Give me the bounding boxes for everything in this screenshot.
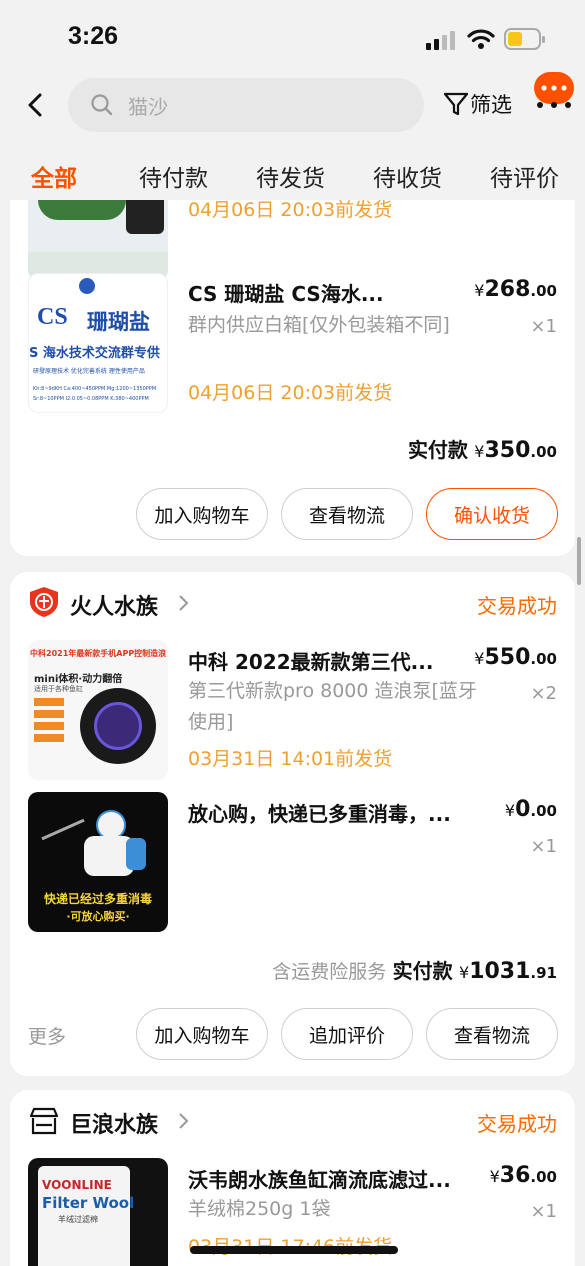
confirm-receipt-button[interactable]: 确认收货 xyxy=(426,488,558,540)
product-spec: 第三代新款pro 8000 造浪泵[蓝牙使用] xyxy=(188,680,477,733)
order-status: 交易成功 xyxy=(477,594,557,618)
product-thumbnail[interactable]: 快递已经过多重消毒 ·可放心购买· xyxy=(28,792,168,932)
order-card[interactable]: 04月06日 20:03前发货 CS 珊瑚盐 S 海水技术交流群专供 研發原理技… xyxy=(10,200,575,556)
product-price: ¥36.00 xyxy=(489,1163,557,1188)
message-badge[interactable] xyxy=(534,72,574,104)
tab-pending-review[interactable]: 待评价 xyxy=(490,159,559,193)
product-title[interactable]: 放心购，快递已多重消毒，... xyxy=(188,798,480,827)
tab-all[interactable]: 全部 xyxy=(31,159,77,193)
chat-dots-icon xyxy=(541,85,567,91)
more-link[interactable]: 更多 xyxy=(28,1022,66,1049)
product-title[interactable]: 沃韦朗水族鱼缸滴流底滤过... xyxy=(188,1164,480,1193)
product-quantity: ×1 xyxy=(530,1201,557,1222)
order-card[interactable]: 巨浪水族 交易成功 VOONLINE Filter Wool 羊绒过滤棉 沃韦朗… xyxy=(10,1090,575,1266)
order-card[interactable]: 火人水族 交易成功 中科2021年最新款手机APP控制造浪 mini体积·动力翻… xyxy=(10,572,575,1076)
chevron-right-icon xyxy=(179,1113,189,1129)
product-quantity: ×2 xyxy=(530,683,557,704)
ship-deadline: 04月06日 20:03前发货 xyxy=(188,382,393,404)
enterprise-shop-icon xyxy=(30,587,58,617)
ship-deadline: 04月06日 20:03前发货 xyxy=(188,200,393,221)
product-spec: 羊绒棉250g 1袋 xyxy=(188,1198,331,1220)
status-bar: 3:26 xyxy=(0,0,585,76)
add-review-button[interactable]: 追加评价 xyxy=(281,1008,413,1060)
battery-icon xyxy=(504,28,545,50)
product-thumbnail[interactable]: VOONLINE Filter Wool 羊绒过滤棉 xyxy=(28,1158,168,1266)
tab-pending-shipment[interactable]: 待发货 xyxy=(256,159,325,193)
chevron-right-icon xyxy=(179,595,189,611)
product-thumbnail[interactable]: 中科2021年最新款手机APP控制造浪 mini体积·动力翻倍 适用于各种鱼缸 xyxy=(28,640,168,780)
cellular-signal-icon xyxy=(426,31,455,50)
ship-deadline: 03月31日 14:01前发货 xyxy=(188,748,393,770)
filter-button[interactable]: 筛选 xyxy=(442,88,512,120)
product-spec: 群内供应白箱[仅外包装箱不同] xyxy=(188,314,450,336)
wifi-icon xyxy=(467,29,495,49)
product-quantity: ×1 xyxy=(530,316,557,337)
product-title[interactable]: CS 珊瑚盐 CS海水... xyxy=(188,278,428,307)
product-price: ¥268.00 xyxy=(474,277,557,302)
paid-amount: 含运费险服务 实付款 ¥1031.91 xyxy=(272,959,557,984)
product-price: ¥550.00 xyxy=(474,645,557,670)
paid-amount: 实付款 ¥350.00 xyxy=(407,438,557,463)
insurance-service: 含运费险服务 xyxy=(272,961,387,983)
header: 3:26 猫沙 筛选 全部 待付款 待发货 待收货 待评价 xyxy=(0,0,585,200)
store-icon xyxy=(29,1107,59,1135)
shop-name[interactable]: 巨浪水族 xyxy=(70,1107,158,1139)
view-logistics-button[interactable]: 查看物流 xyxy=(426,1008,558,1060)
order-list: 04月06日 20:03前发货 CS 珊瑚盐 S 海水技术交流群专供 研發原理技… xyxy=(0,200,585,1266)
tab-pending-receipt[interactable]: 待收货 xyxy=(373,159,442,193)
tab-pending-payment[interactable]: 待付款 xyxy=(139,159,208,193)
order-status: 交易成功 xyxy=(477,1112,557,1136)
view-logistics-button[interactable]: 查看物流 xyxy=(281,488,413,540)
product-quantity: ×1 xyxy=(530,836,557,857)
scrollbar[interactable] xyxy=(577,537,581,585)
search-icon xyxy=(91,94,113,116)
shop-name[interactable]: 火人水族 xyxy=(70,589,158,621)
add-to-cart-button[interactable]: 加入购物车 xyxy=(136,1008,268,1060)
status-time: 3:26 xyxy=(68,22,119,50)
product-price: ¥0.00 xyxy=(504,797,557,822)
search-placeholder: 猫沙 xyxy=(128,95,168,119)
search-input[interactable]: 猫沙 xyxy=(68,78,424,132)
filter-icon xyxy=(443,92,469,116)
order-tabs: 全部 待付款 待发货 待收货 待评价 xyxy=(0,152,585,200)
back-icon[interactable] xyxy=(26,92,46,118)
product-title[interactable]: 中科 2022最新款第三代... xyxy=(188,646,458,675)
more-menu-icon[interactable] xyxy=(536,101,572,109)
product-thumbnail[interactable]: CS 珊瑚盐 S 海水技术交流群专供 研發原理技术 优化完善系统 理性使用产品 … xyxy=(28,273,168,413)
add-to-cart-button[interactable]: 加入购物车 xyxy=(136,488,268,540)
filter-label: 筛选 xyxy=(470,93,512,117)
home-indicator[interactable] xyxy=(190,1246,398,1254)
product-thumbnail[interactable] xyxy=(28,200,168,280)
